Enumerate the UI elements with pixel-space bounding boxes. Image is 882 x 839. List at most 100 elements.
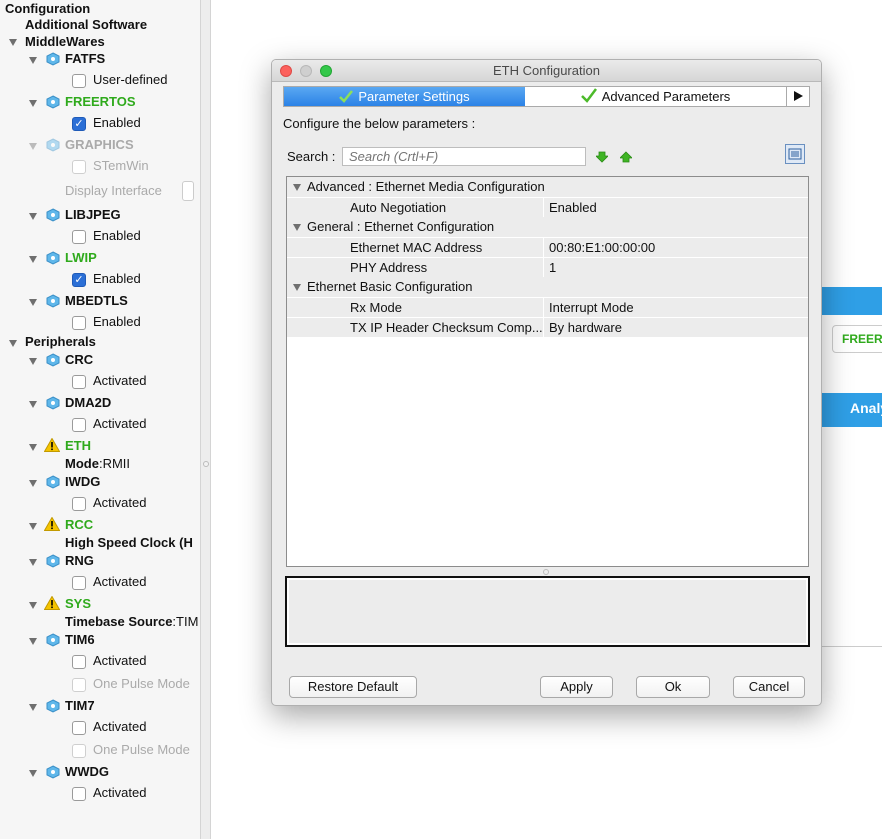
tree-item-rcc[interactable]: RCC <box>65 516 93 534</box>
section-row-advanced[interactable]: Advanced : Ethernet Media Configuration <box>287 177 808 197</box>
apply-button[interactable]: Apply <box>540 676 613 698</box>
dma2d-activated-checkbox[interactable] <box>72 418 86 432</box>
dma2d-activated-label: Activated <box>93 416 147 431</box>
tree-item-dma2d[interactable]: DMA2D <box>65 394 111 412</box>
wwdg-activated-label: Activated <box>93 785 147 800</box>
middleware-cube-icon <box>46 208 60 222</box>
freertos-enabled-checkbox[interactable]: ✓ <box>72 117 86 131</box>
expand-fatfs-icon[interactable] <box>29 57 37 64</box>
tree-item-lwip[interactable]: LWIP <box>65 249 97 267</box>
expand-tim7-icon[interactable] <box>29 704 37 711</box>
checkmark-icon <box>339 90 354 103</box>
tree-item-graphics[interactable]: GRAPHICS <box>65 136 134 154</box>
mbedtls-enabled-label: Enabled <box>93 314 141 329</box>
libjpeg-enabled-checkbox[interactable] <box>72 230 86 244</box>
libjpeg-enabled-label: Enabled <box>93 228 141 243</box>
middleware-cube-icon <box>46 95 60 109</box>
cancel-button[interactable]: Cancel <box>733 676 805 698</box>
tree-item-peripherals[interactable]: Peripherals <box>25 333 96 351</box>
middleware-cube-icon <box>46 52 60 66</box>
panel-splitter[interactable] <box>200 0 211 839</box>
param-value[interactable]: By hardware <box>549 318 622 338</box>
param-row-phy-address[interactable]: PHY Address 1 <box>287 257 808 278</box>
expand-mbedtls-icon[interactable] <box>29 299 37 306</box>
section-row-basic[interactable]: Ethernet Basic Configuration <box>287 277 808 297</box>
analyze-background-bar[interactable]: Analyze <box>822 393 882 427</box>
expand-sys-icon[interactable] <box>29 602 37 609</box>
tree-item-additional-software[interactable]: Additional Software <box>25 16 147 34</box>
lwip-enabled-checkbox[interactable]: ✓ <box>72 273 86 287</box>
mbedtls-enabled-checkbox[interactable] <box>72 316 86 330</box>
list-view-toggle-button[interactable] <box>785 144 805 164</box>
tree-item-sys[interactable]: SYS <box>65 595 91 613</box>
middleware-cube-icon <box>46 138 60 152</box>
eth-mode-value: :RMII <box>98 456 131 471</box>
tim7-activated-checkbox[interactable] <box>72 721 86 735</box>
tim7-one-pulse-label: One Pulse Mode <box>93 742 190 757</box>
collapse-section-icon[interactable] <box>293 184 301 191</box>
param-row-mac-address[interactable]: Ethernet MAC Address 00:80:E1:00:00:00 <box>287 237 808 258</box>
tree-item-tim7[interactable]: TIM7 <box>65 697 95 715</box>
param-value[interactable]: 1 <box>549 258 556 278</box>
param-value[interactable]: 00:80:E1:00:00:00 <box>549 238 655 258</box>
search-next-down-arrow-icon[interactable] <box>596 151 608 163</box>
expand-dma2d-icon[interactable] <box>29 401 37 408</box>
dialog-titlebar[interactable]: ETH Configuration <box>272 60 821 82</box>
expand-freertos-icon[interactable] <box>29 100 37 107</box>
tree-item-wwdg[interactable]: WWDG <box>65 763 109 781</box>
expand-crc-icon[interactable] <box>29 358 37 365</box>
tree-item-fatfs[interactable]: FATFS <box>65 50 105 68</box>
iwdg-activated-checkbox[interactable] <box>72 497 86 511</box>
search-input[interactable] <box>342 147 586 166</box>
expand-middlewares-icon[interactable] <box>9 39 17 46</box>
expand-iwdg-icon[interactable] <box>29 480 37 487</box>
tab-parameter-settings[interactable]: Parameter Settings <box>284 87 525 106</box>
tree-item-middlewares[interactable]: MiddleWares <box>25 33 105 51</box>
search-previous-up-arrow-icon[interactable] <box>620 151 632 163</box>
tree-item-rng[interactable]: RNG <box>65 552 94 570</box>
ok-button[interactable]: Ok <box>636 676 710 698</box>
expand-eth-icon[interactable] <box>29 444 37 451</box>
expand-wwdg-icon[interactable] <box>29 770 37 777</box>
tab-advanced-parameters[interactable]: Advanced Parameters <box>525 87 787 106</box>
param-row-auto-negotiation[interactable]: Auto Negotiation Enabled <box>287 197 808 218</box>
tab-scroll-right-icon[interactable] <box>794 91 803 101</box>
description-splitter[interactable] <box>286 569 809 575</box>
section-row-general[interactable]: General : Ethernet Configuration <box>287 217 808 237</box>
tree-item-eth[interactable]: ETH <box>65 437 91 455</box>
expand-lwip-icon[interactable] <box>29 256 37 263</box>
expand-rng-icon[interactable] <box>29 559 37 566</box>
tim6-activated-checkbox[interactable] <box>72 655 86 669</box>
crc-activated-checkbox[interactable] <box>72 375 86 389</box>
rng-activated-checkbox[interactable] <box>72 576 86 590</box>
expand-tim6-icon[interactable] <box>29 638 37 645</box>
splitter-grip-icon[interactable] <box>203 461 209 467</box>
tree-item-libjpeg[interactable]: LIBJPEG <box>65 206 121 224</box>
eth-mode-label: Mode <box>65 456 99 471</box>
param-row-tx-checksum[interactable]: TX IP Header Checksum Comp... By hardwar… <box>287 317 808 338</box>
expand-graphics-icon[interactable] <box>29 143 37 150</box>
tree-item-mbedtls[interactable]: MBEDTLS <box>65 292 128 310</box>
collapse-section-icon[interactable] <box>293 284 301 291</box>
background-panel <box>822 427 882 647</box>
expand-libjpeg-icon[interactable] <box>29 213 37 220</box>
splitter-grip-icon[interactable] <box>543 569 549 575</box>
expand-rcc-icon[interactable] <box>29 523 37 530</box>
param-name: Rx Mode <box>350 300 403 315</box>
tab-parameter-settings-label: Parameter Settings <box>358 89 470 104</box>
collapse-section-icon[interactable] <box>293 224 301 231</box>
expand-peripherals-icon[interactable] <box>9 340 17 347</box>
rcc-hse-label: High Speed Clock (H <box>65 535 193 550</box>
tree-item-crc[interactable]: CRC <box>65 351 93 369</box>
param-value[interactable]: Enabled <box>549 198 597 218</box>
freertos-background-button[interactable]: FREERTOS <box>832 325 882 353</box>
fatfs-user-defined-checkbox[interactable] <box>72 74 86 88</box>
restore-default-button[interactable]: Restore Default <box>289 676 417 698</box>
tree-item-freertos[interactable]: FREERTOS <box>65 93 136 111</box>
warning-icon <box>44 596 60 610</box>
param-row-rx-mode[interactable]: Rx Mode Interrupt Mode <box>287 297 808 318</box>
param-value[interactable]: Interrupt Mode <box>549 298 634 318</box>
tree-item-tim6[interactable]: TIM6 <box>65 631 95 649</box>
wwdg-activated-checkbox[interactable] <box>72 787 86 801</box>
tree-item-iwdg[interactable]: IWDG <box>65 473 100 491</box>
